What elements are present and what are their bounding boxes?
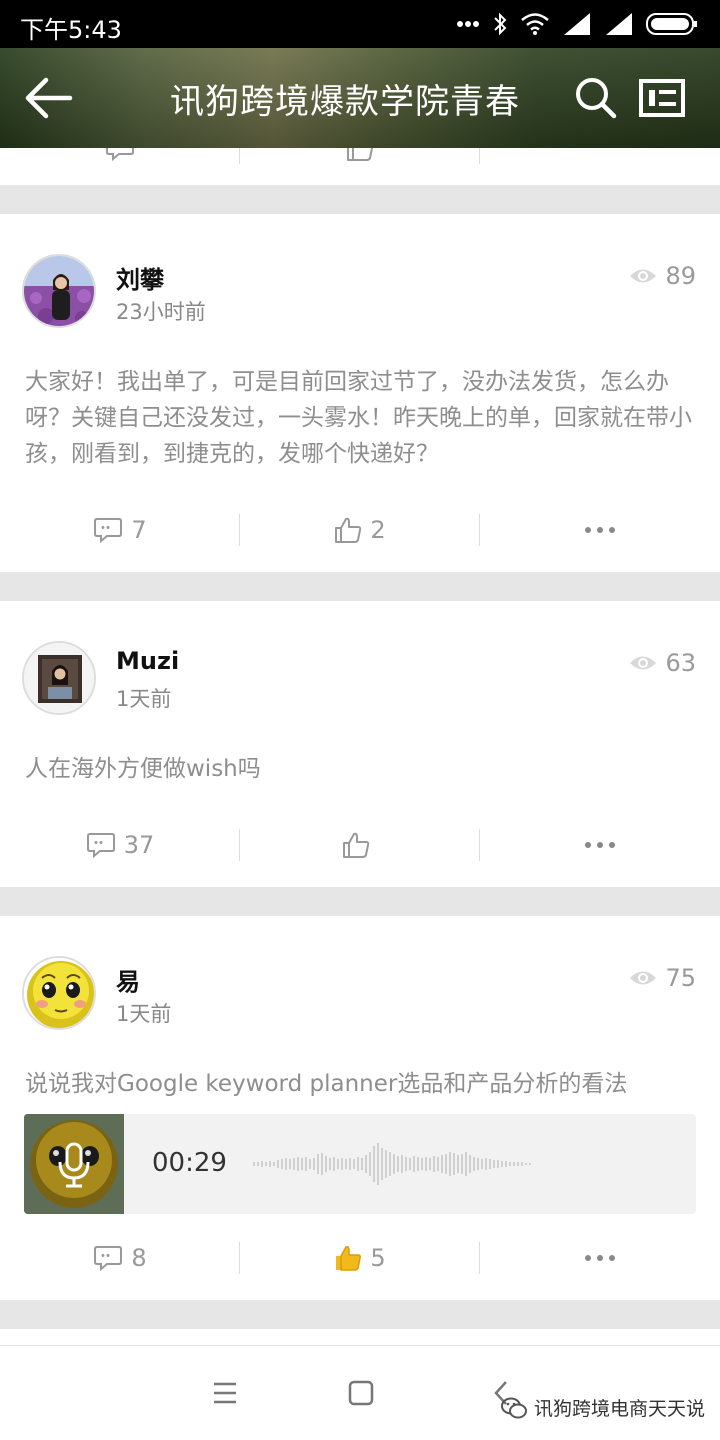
audio-thumbnail	[24, 1114, 124, 1214]
comment-count: 37	[123, 831, 155, 859]
watermark: 讯狗跨境电商天天说	[500, 1394, 705, 1421]
post-actions: 7 2	[0, 510, 720, 550]
audio-duration: 00:29	[152, 1148, 227, 1178]
author-name[interactable]: Muzi	[116, 647, 179, 675]
comment-icon	[94, 1246, 123, 1272]
author-name[interactable]: 易	[116, 962, 140, 997]
action-divider	[479, 148, 480, 164]
top-bar: 讯狗跨境爆款学院青春	[0, 48, 720, 148]
view-count: 63	[629, 649, 696, 677]
status-time: 下午5:43	[20, 16, 122, 44]
status-icons	[456, 12, 698, 36]
menu-icon[interactable]	[210, 1378, 240, 1408]
home-icon[interactable]	[346, 1378, 376, 1408]
post-time: 23小时前	[116, 300, 206, 324]
view-count-value: 75	[665, 964, 696, 992]
battery-icon	[646, 13, 697, 35]
profile-button[interactable]	[638, 78, 686, 118]
comment-icon	[106, 148, 134, 162]
emoji-face-icon	[24, 958, 94, 1028]
search-icon	[576, 78, 617, 119]
bluetooth-icon	[494, 12, 507, 36]
post-actions: 37	[0, 825, 720, 865]
avatar[interactable]	[22, 641, 96, 715]
thumbs-up-icon	[343, 832, 370, 858]
comment-icon	[94, 518, 123, 544]
like-count: 2	[370, 516, 386, 544]
comment-button[interactable]	[0, 148, 240, 168]
page-title: 讯狗跨境爆款学院青春	[170, 82, 520, 122]
comment-count: 7	[131, 516, 147, 544]
view-count-value: 89	[665, 262, 696, 290]
avatar[interactable]	[22, 956, 96, 1030]
search-button[interactable]	[574, 76, 618, 120]
thumbs-up-icon	[335, 517, 362, 543]
like-button[interactable]	[240, 825, 480, 865]
more-dots-icon	[585, 527, 615, 533]
avatar-photo-icon	[24, 643, 94, 713]
signal-icon	[564, 13, 590, 35]
post-time: 1天前	[116, 687, 172, 711]
more-button[interactable]	[480, 825, 720, 865]
post-text[interactable]: 大家好！我出单了，可是目前回家过节了，没办法发货，怎么办呀？关键自己还没发过，一…	[25, 364, 697, 472]
emoji-face-icon	[24, 1114, 124, 1214]
post-time: 1天前	[116, 1002, 172, 1026]
more-button[interactable]	[480, 510, 720, 550]
like-button[interactable]: 5	[240, 1238, 480, 1278]
more-dots-icon	[585, 842, 615, 848]
wechat-icon	[501, 1397, 527, 1418]
post-actions: 8 5	[0, 1238, 720, 1278]
view-count-value: 63	[665, 649, 696, 677]
post-text[interactable]: 人在海外方便做wish吗	[25, 751, 697, 787]
thumbs-up-icon	[347, 148, 374, 161]
signal-icon-2	[606, 13, 632, 35]
more-button[interactable]	[480, 1238, 720, 1278]
profile-card-icon	[639, 79, 685, 117]
comment-button[interactable]: 7	[0, 510, 240, 550]
previous-post-actions	[0, 148, 720, 168]
post-card[interactable]: Muzi 1天前 63 人在海外方便做wish吗 37	[0, 601, 720, 887]
comment-button[interactable]: 37	[0, 825, 240, 865]
more-dots-icon	[585, 1255, 615, 1261]
wifi-icon	[521, 13, 549, 35]
like-button[interactable]: 2	[240, 510, 480, 550]
eye-icon	[630, 971, 657, 985]
back-button[interactable]	[22, 74, 78, 122]
audio-player[interactable]: 00:29	[24, 1114, 696, 1214]
post-card[interactable]: 易 1天前 75 说说我对Google keyword planner选品和产品…	[0, 916, 720, 1300]
system-nav-bar	[0, 1345, 720, 1440]
like-button[interactable]	[240, 148, 480, 168]
view-count: 75	[629, 964, 696, 992]
comment-count: 8	[131, 1244, 147, 1272]
more-dots-icon	[457, 21, 479, 27]
comment-icon	[86, 833, 115, 859]
eye-icon	[630, 656, 657, 670]
arrow-left-icon	[25, 77, 73, 119]
avatar[interactable]	[22, 254, 96, 328]
author-name[interactable]: 刘攀	[116, 260, 164, 295]
thumbs-up-filled-icon	[336, 1246, 362, 1271]
watermark-text: 讯狗跨境电商天天说	[534, 1398, 706, 1420]
like-count: 5	[370, 1244, 386, 1272]
audio-waveform[interactable]	[252, 1140, 532, 1188]
avatar-photo-icon	[24, 256, 94, 326]
view-count: 89	[629, 262, 696, 290]
comment-button[interactable]: 8	[0, 1238, 240, 1278]
status-bar: 下午5:43	[0, 0, 720, 48]
post-card[interactable]: 刘攀 23小时前 89 大家好！我出单了，可是目前回家过节了，没办法发货，怎么办…	[0, 214, 720, 572]
post-text[interactable]: 说说我对Google keyword planner选品和产品分析的看法	[25, 1066, 697, 1102]
eye-icon	[630, 269, 657, 283]
previous-post-card	[0, 148, 720, 185]
